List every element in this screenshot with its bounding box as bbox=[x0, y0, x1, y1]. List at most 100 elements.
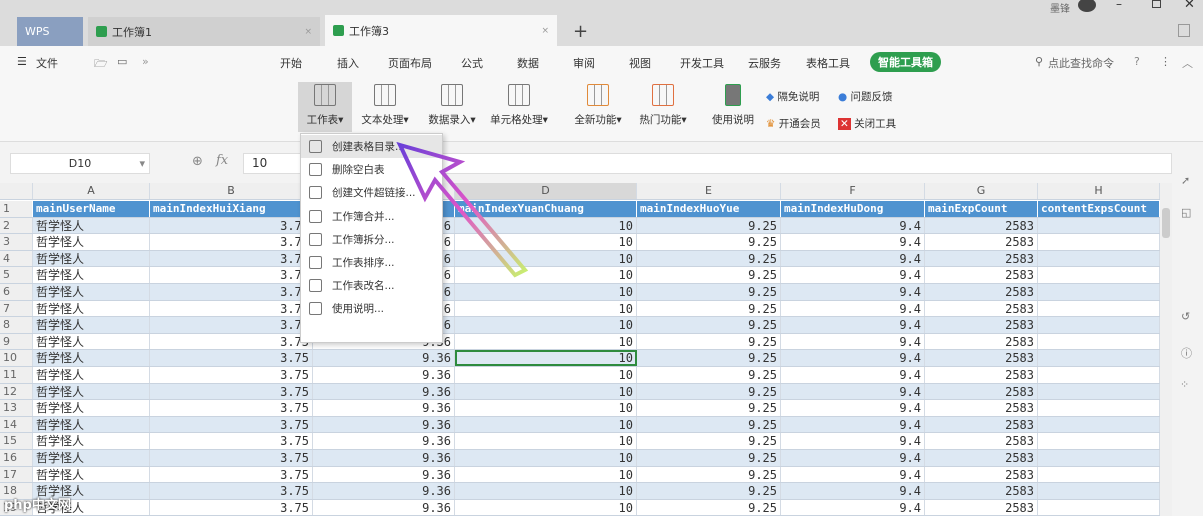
menu-view[interactable]: 视图 bbox=[629, 55, 651, 71]
table-cell[interactable] bbox=[1038, 333, 1160, 350]
table-cell[interactable]: 9.25 bbox=[637, 267, 781, 283]
minimize-icon[interactable]: – bbox=[1116, 0, 1122, 11]
table-cell[interactable]: 9.4 bbox=[781, 317, 925, 333]
table-cell[interactable]: 9.36 bbox=[313, 483, 455, 499]
table-cell[interactable] bbox=[1038, 466, 1160, 483]
table-cell[interactable]: 2583 bbox=[925, 333, 1038, 350]
table-cell[interactable] bbox=[1038, 383, 1160, 400]
help-button[interactable]: ? bbox=[1134, 55, 1140, 68]
table-cell[interactable]: 9.25 bbox=[637, 284, 781, 300]
table-cell[interactable]: 9.25 bbox=[637, 466, 781, 483]
row-number[interactable]: 12 bbox=[0, 383, 33, 400]
row-number[interactable]: 3 bbox=[0, 234, 33, 250]
table-cell[interactable]: 10 bbox=[455, 317, 637, 333]
table-cell[interactable]: 2583 bbox=[925, 367, 1038, 383]
feedback-link[interactable]: ● 问题反馈 bbox=[838, 89, 893, 104]
table-cell[interactable]: 哲学怪人 bbox=[33, 333, 150, 350]
dropdown-item[interactable]: 使用说明... bbox=[301, 297, 442, 320]
table-cell[interactable]: 9.25 bbox=[637, 367, 781, 383]
table-cell[interactable]: 9.25 bbox=[637, 234, 781, 250]
data-entry-button[interactable]: 数据录入▾ bbox=[420, 82, 484, 132]
table-cell[interactable]: 哲学怪人 bbox=[33, 383, 150, 400]
table-cell[interactable]: 10 bbox=[455, 383, 637, 400]
table-cell[interactable]: 3.75 bbox=[150, 483, 313, 499]
fx-icon[interactable]: fx bbox=[216, 153, 228, 168]
new-features-button[interactable]: 全新功能▾ bbox=[570, 82, 626, 132]
menu-review[interactable]: 审阅 bbox=[573, 55, 595, 71]
spreadsheet-grid[interactable]: ABCDEFGH1mainUserNamemainIndexHuiXiangma… bbox=[0, 183, 1160, 516]
close-tool-link[interactable]: ✕ 关闭工具 bbox=[838, 116, 896, 131]
table-cell[interactable] bbox=[1038, 367, 1160, 383]
row-number[interactable]: 7 bbox=[0, 300, 33, 317]
table-cell[interactable]: 9.36 bbox=[313, 367, 455, 383]
table-cell[interactable]: 9.4 bbox=[781, 499, 925, 516]
tab-workbook1[interactable]: 工作簿1 × bbox=[88, 17, 320, 46]
row-number[interactable]: 10 bbox=[0, 350, 33, 366]
table-cell[interactable]: 9.36 bbox=[313, 466, 455, 483]
table-cell[interactable]: 9.4 bbox=[781, 300, 925, 317]
table-cell[interactable]: 9.25 bbox=[637, 333, 781, 350]
table-cell[interactable]: 哲学怪人 bbox=[33, 317, 150, 333]
table-cell[interactable]: 10 bbox=[455, 433, 637, 449]
command-search[interactable]: 点此查找命令 bbox=[1048, 55, 1114, 71]
column-header-G[interactable]: G bbox=[925, 183, 1038, 199]
table-cell[interactable]: 哲学怪人 bbox=[33, 300, 150, 317]
table-cell[interactable]: 9.25 bbox=[637, 416, 781, 433]
row-number[interactable]: 15 bbox=[0, 433, 33, 449]
file-menu[interactable]: 文件 bbox=[36, 55, 58, 71]
table-cell[interactable]: 9.4 bbox=[781, 383, 925, 400]
table-header-cell[interactable]: mainIndexHuDong bbox=[781, 201, 925, 217]
table-cell[interactable]: 3.75 bbox=[150, 317, 313, 333]
zoom-icon[interactable]: ⊕ bbox=[192, 154, 203, 169]
table-cell[interactable]: 哲学怪人 bbox=[33, 234, 150, 250]
hamburger-icon[interactable]: ☰ bbox=[17, 55, 27, 68]
table-cell[interactable]: 9.25 bbox=[637, 317, 781, 333]
table-cell[interactable]: 10 bbox=[455, 333, 637, 350]
menu-cloud[interactable]: 云服务 bbox=[748, 55, 781, 71]
table-cell[interactable]: 2583 bbox=[925, 250, 1038, 267]
table-cell[interactable]: 9.25 bbox=[637, 250, 781, 267]
table-cell[interactable]: 2583 bbox=[925, 499, 1038, 516]
table-cell[interactable]: 10 bbox=[455, 284, 637, 300]
table-cell[interactable]: 10 bbox=[455, 416, 637, 433]
table-cell[interactable]: 哲学怪人 bbox=[33, 400, 150, 416]
table-cell[interactable]: 3.75 bbox=[150, 300, 313, 317]
table-cell[interactable]: 2583 bbox=[925, 483, 1038, 499]
table-cell[interactable] bbox=[1038, 483, 1160, 499]
table-cell[interactable]: 3.75 bbox=[150, 433, 313, 449]
table-cell[interactable]: 2583 bbox=[925, 234, 1038, 250]
row-number[interactable]: 13 bbox=[0, 400, 33, 416]
table-cell[interactable] bbox=[1038, 217, 1160, 234]
table-cell[interactable]: 9.25 bbox=[637, 483, 781, 499]
table-cell[interactable]: 9.36 bbox=[313, 350, 455, 366]
worksheet-button[interactable]: 工作表▾ bbox=[298, 82, 352, 132]
usage-guide-button[interactable]: 使用说明 bbox=[708, 82, 758, 132]
table-cell[interactable]: 哲学怪人 bbox=[33, 267, 150, 283]
table-cell[interactable]: 2583 bbox=[925, 383, 1038, 400]
menu-start[interactable]: 开始 bbox=[280, 55, 302, 71]
tab-workbook3[interactable]: 工作簿3 × bbox=[325, 15, 557, 46]
table-cell[interactable]: 9.4 bbox=[781, 284, 925, 300]
table-cell[interactable]: 10 bbox=[455, 466, 637, 483]
table-cell[interactable]: 2583 bbox=[925, 317, 1038, 333]
close-tab-icon[interactable]: × bbox=[304, 27, 312, 37]
table-cell[interactable] bbox=[1038, 317, 1160, 333]
table-cell[interactable]: 3.75 bbox=[150, 416, 313, 433]
column-header-B[interactable]: B bbox=[150, 183, 313, 199]
table-cell[interactable]: 2583 bbox=[925, 267, 1038, 283]
table-cell[interactable]: 9.4 bbox=[781, 416, 925, 433]
table-cell[interactable] bbox=[1038, 250, 1160, 267]
table-cell[interactable]: 9.25 bbox=[637, 383, 781, 400]
table-cell[interactable]: 2583 bbox=[925, 350, 1038, 366]
table-cell[interactable]: 3.75 bbox=[150, 450, 313, 466]
table-cell[interactable]: 3.75 bbox=[150, 284, 313, 300]
menu-smart-toolbox[interactable]: 智能工具箱 bbox=[870, 52, 941, 72]
close-window-icon[interactable]: ✕ bbox=[1184, 0, 1195, 12]
vip-link[interactable]: ♛ 开通会员 bbox=[766, 116, 821, 131]
help-circle-icon[interactable]: ⓘ bbox=[1181, 345, 1192, 361]
table-cell[interactable]: 3.75 bbox=[150, 400, 313, 416]
open-icon[interactable]: 🗁 bbox=[94, 55, 108, 74]
column-header-A[interactable]: A bbox=[33, 183, 150, 199]
table-cell[interactable]: 2583 bbox=[925, 300, 1038, 317]
table-cell[interactable] bbox=[1038, 284, 1160, 300]
